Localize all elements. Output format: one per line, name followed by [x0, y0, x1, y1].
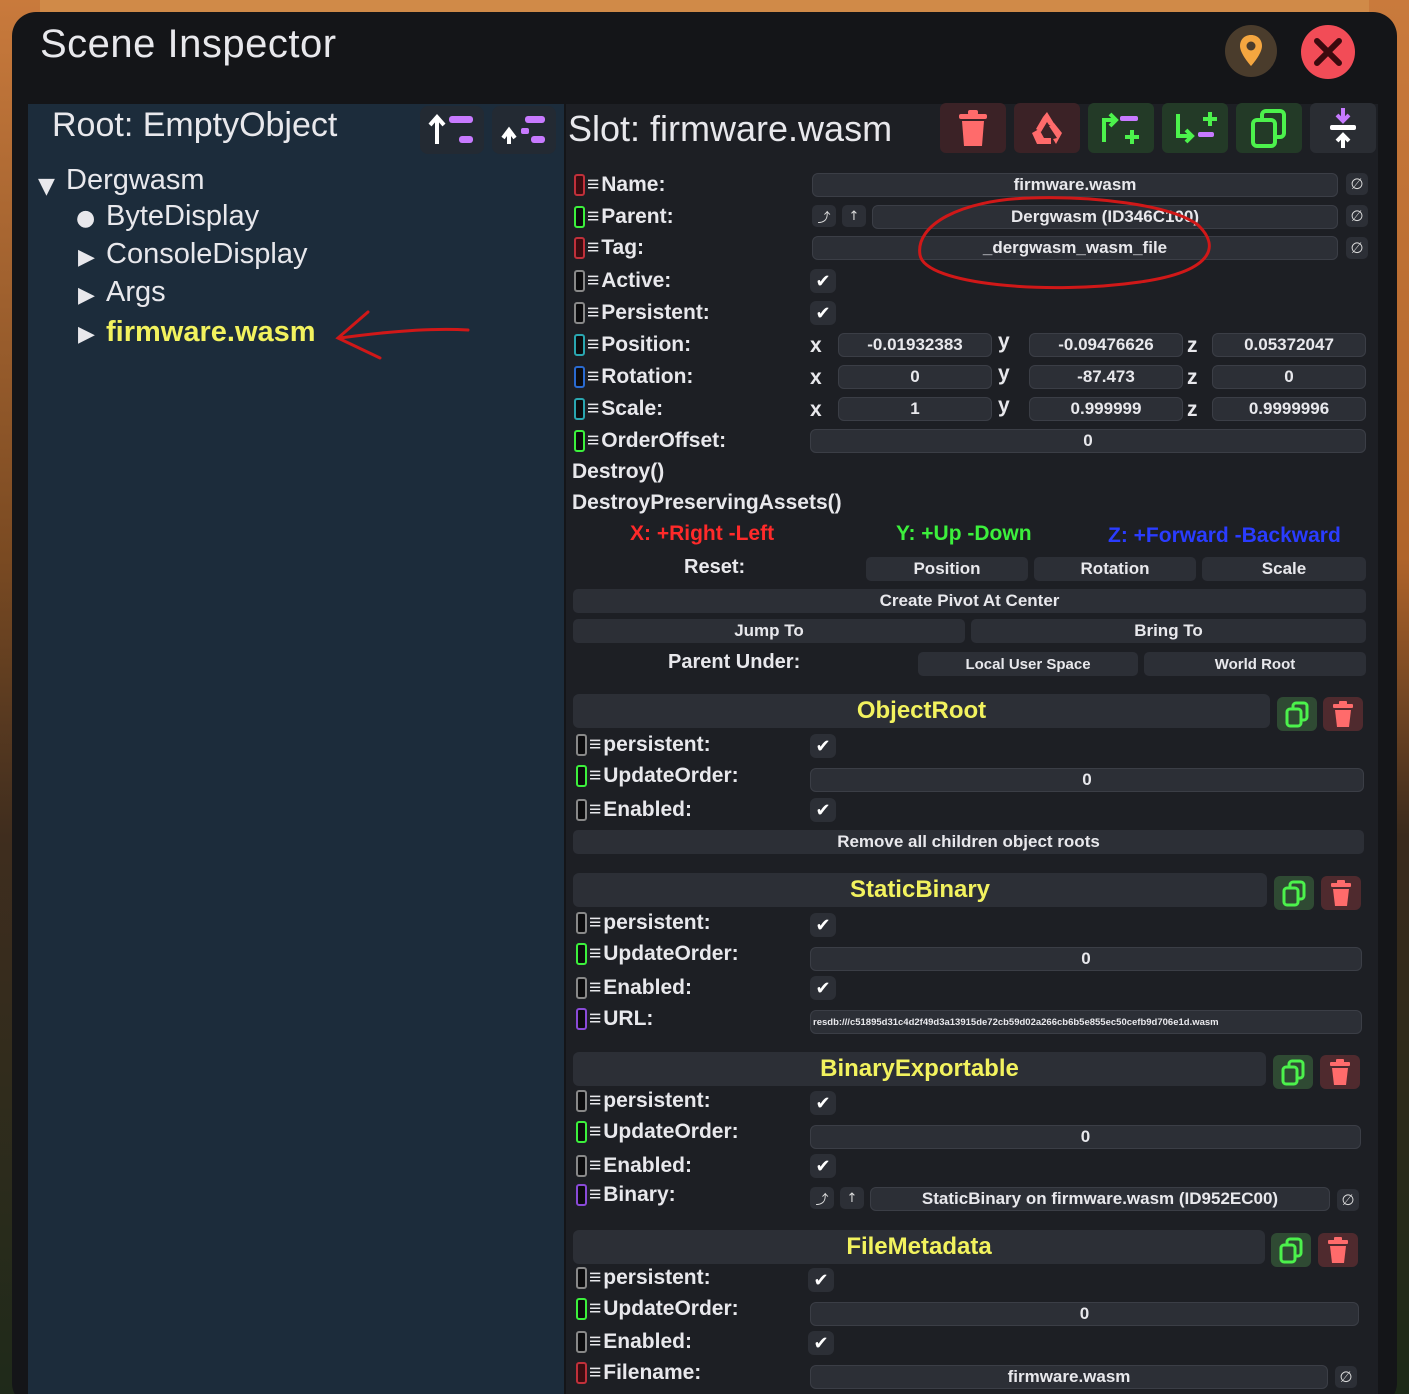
- annotation-arrow: [335, 310, 470, 360]
- red-annotation-overlay: [335, 196, 1211, 360]
- annotation-circle: [918, 196, 1211, 290]
